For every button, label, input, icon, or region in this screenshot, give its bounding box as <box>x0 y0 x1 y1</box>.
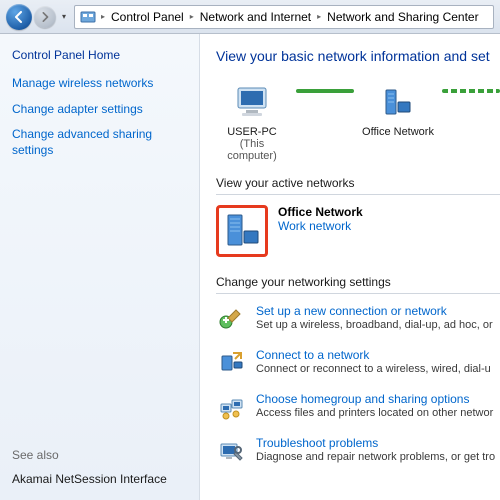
history-dropdown[interactable]: ▾ <box>58 6 70 28</box>
breadcrumb-bar[interactable]: ▸ Control Panel ▸ Network and Internet ▸… <box>74 5 494 29</box>
network-name: Office Network <box>278 205 363 219</box>
control-panel-icon <box>79 8 97 26</box>
setting-new-connection[interactable]: Set up a new connection or network Set u… <box>216 304 500 334</box>
nav-buttons: ▾ <box>6 4 70 30</box>
map-connection-line <box>442 80 500 102</box>
setting-title[interactable]: Connect to a network <box>256 348 491 362</box>
active-network: Office Network Work network <box>216 205 500 257</box>
computer-icon <box>230 80 274 124</box>
control-panel-home-link[interactable]: Control Panel Home <box>12 48 187 62</box>
map-node-label: Office Network <box>362 126 434 138</box>
setting-title[interactable]: Choose homegroup and sharing options <box>256 392 493 406</box>
breadcrumb-item[interactable]: Control Panel <box>109 10 186 24</box>
network-type-link[interactable]: Work network <box>278 219 363 233</box>
troubleshoot-icon <box>216 436 246 466</box>
map-node-sublabel: (This computer) <box>216 138 288 162</box>
map-node-label: USER-PC <box>227 126 277 138</box>
homegroup-icon <box>216 392 246 422</box>
setting-title[interactable]: Troubleshoot problems <box>256 436 495 450</box>
page-title: View your basic network information and … <box>216 48 500 64</box>
map-connection-line <box>296 80 354 102</box>
network-icon <box>376 80 420 124</box>
map-node-network[interactable]: Office Network <box>362 80 434 138</box>
active-networks-header: View your active networks <box>216 176 500 190</box>
breadcrumb-item[interactable]: Network and Internet <box>198 10 313 24</box>
see-also-item[interactable]: Akamai NetSession Interface <box>12 472 187 486</box>
sidebar-link-sharing[interactable]: Change advanced sharing settings <box>12 127 187 158</box>
setting-desc: Set up a wireless, broadband, dial-up, a… <box>256 319 493 331</box>
chevron-right-icon: ▸ <box>99 12 107 21</box>
sidebar-link-wireless[interactable]: Manage wireless networks <box>12 76 187 92</box>
navigation-toolbar: ▾ ▸ Control Panel ▸ Network and Internet… <box>0 0 500 34</box>
setting-title[interactable]: Set up a new connection or network <box>256 304 493 318</box>
new-connection-icon <box>216 304 246 334</box>
forward-button[interactable] <box>34 6 56 28</box>
chevron-right-icon: ▸ <box>315 12 323 21</box>
main-content: View your basic network information and … <box>200 34 500 500</box>
breadcrumb-item[interactable]: Network and Sharing Center <box>325 10 480 24</box>
sidebar: Control Panel Home Manage wireless netwo… <box>0 34 200 500</box>
settings-header: Change your networking settings <box>216 275 500 289</box>
sidebar-link-adapter[interactable]: Change adapter settings <box>12 102 187 118</box>
setting-desc: Access files and printers located on oth… <box>256 407 493 419</box>
setting-troubleshoot[interactable]: Troubleshoot problems Diagnose and repai… <box>216 436 500 466</box>
back-button[interactable] <box>6 4 32 30</box>
network-map: USER-PC (This computer) Office Network <box>216 80 500 162</box>
chevron-right-icon: ▸ <box>188 12 196 21</box>
setting-desc: Connect or reconnect to a wireless, wire… <box>256 363 491 375</box>
setting-homegroup[interactable]: Choose homegroup and sharing options Acc… <box>216 392 500 422</box>
divider <box>216 293 500 294</box>
divider <box>216 194 500 195</box>
connect-icon <box>216 348 246 378</box>
setting-desc: Diagnose and repair network problems, or… <box>256 451 495 463</box>
map-node-computer[interactable]: USER-PC (This computer) <box>216 80 288 162</box>
network-icon-highlighted[interactable] <box>216 205 268 257</box>
setting-connect[interactable]: Connect to a network Connect or reconnec… <box>216 348 500 378</box>
see-also-header: See also <box>12 448 187 462</box>
